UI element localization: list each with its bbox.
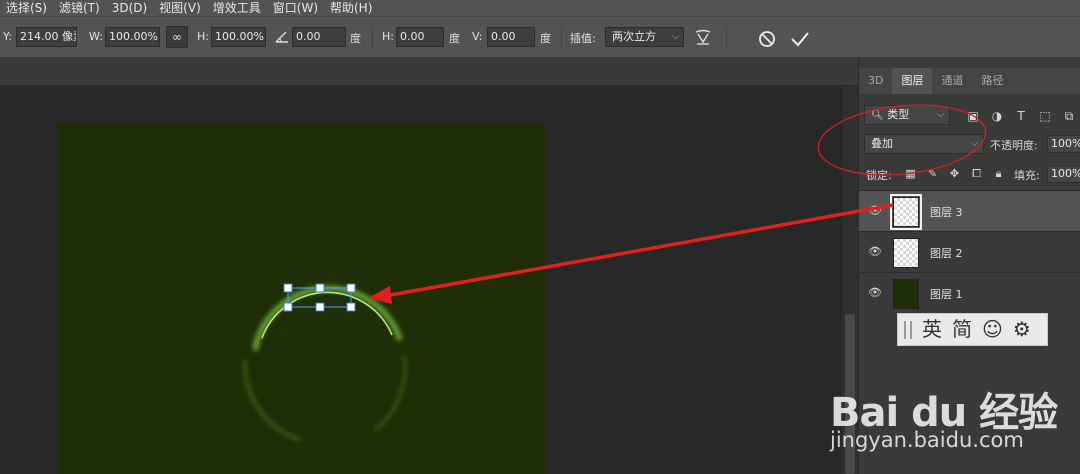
h-label: H: [197,30,209,43]
separator [726,27,727,49]
angle-unit: 度 [350,32,361,45]
height-input[interactable]: 100.00% [211,27,266,47]
separator [372,27,373,49]
lock-artboard-icon[interactable]: ⧠ [970,167,983,180]
cancel-transform-icon[interactable] [758,30,776,51]
adjustment-filter-icon[interactable]: ◑ [990,109,1004,123]
layer-row-2[interactable]: 👁︎ 图层 2 [859,231,1080,272]
skew-v-label: V: [472,30,483,43]
lock-all-icon[interactable]: 🔒︎ [992,167,1005,180]
menu-3d[interactable]: 3D(D) [106,0,153,16]
document-tab-strip [0,58,858,86]
layer-row-1[interactable]: 👁︎ 图层 1 [859,272,1080,313]
angle-input[interactable]: 0.00 [292,27,346,47]
filter-kind-label: 类型 [887,108,910,121]
skew-h-unit: 度 [449,32,460,45]
ime-toolbar: 英 简 ☺ ⚙ [897,313,1048,346]
y-label: Y: [3,30,12,43]
tab-layers[interactable]: 图层 [892,68,933,94]
layer-thumbnail [893,238,919,268]
opacity-label: 不透明度: [990,139,1038,152]
options-bar: Y: 214.00 像素 W: 100.00% ∞ H: 100.00% 0.0… [0,16,1080,58]
blend-mode-value: 叠加 [871,137,893,150]
interpolation-value: 两次立方 [612,30,656,43]
menu-filter[interactable]: 滤镜(T) [53,0,106,16]
w-label: W: [89,30,103,43]
layer-thumbnail [893,279,919,309]
lock-position-icon[interactable]: ✥ [948,167,961,180]
separator [561,27,562,49]
shape-filter-icon[interactable]: ⬚ [1038,109,1052,123]
lock-label: 锁定: [866,169,892,182]
blend-mode-select[interactable]: 叠加 ⌵ [864,134,984,154]
layer-thumbnail [890,194,922,230]
opacity-input[interactable]: 100% [1047,135,1080,153]
chevron-down-icon: ⌵ [937,110,944,120]
fill-input[interactable]: 100% [1047,165,1080,183]
document-canvas[interactable] [58,124,546,474]
angle-icon [274,30,290,47]
layer-name[interactable]: 图层 1 [930,286,963,302]
link-icon: ∞ [172,30,182,44]
menu-window[interactable]: 窗口(W) [267,0,324,16]
skew-h-input[interactable]: 0.00 [396,27,444,47]
menu-bar: 选择(S) 滤镜(T) 3D(D) 视图(V) 增效工具 窗口(W) 帮助(H) [0,0,1080,16]
layer-name[interactable]: 图层 2 [930,245,963,261]
emoji-icon[interactable]: ☺ [982,313,1003,346]
tab-channels[interactable]: 通道 [932,68,972,94]
width-input[interactable]: 100.00% [105,27,160,47]
menu-help[interactable]: 帮助(H) [324,0,378,16]
layer-name[interactable]: 图层 3 [930,204,963,220]
fill-label: 填充: [1014,169,1040,182]
tab-paths[interactable]: 路径 [972,68,1012,94]
skew-h-label: H: [382,30,394,43]
watermark-url: jingyan.baidu.com [830,428,1024,452]
chevron-down-icon: ⌵ [672,32,679,42]
gear-icon[interactable]: ⚙ [1013,313,1031,346]
type-filter-icon[interactable]: T [1014,109,1028,123]
smart-object-filter-icon[interactable]: ⧉ [1062,109,1076,123]
skew-v-input[interactable]: 0.00 [487,27,535,47]
menu-view[interactable]: 视图(V) [153,0,207,16]
ime-script-toggle[interactable]: 简 [952,313,972,346]
ime-drag-handle[interactable] [904,320,912,339]
interpolation-label: 插值: [570,32,596,45]
layer-row-3[interactable]: 👁︎ 图层 3 [859,190,1080,231]
search-icon: 🔍︎ [871,110,884,121]
menu-plugins[interactable]: 增效工具 [207,0,267,16]
visibility-eye-icon[interactable]: 👁︎ [868,286,882,300]
tab-3d[interactable]: 3D [859,68,892,94]
layer-filter-select[interactable]: 🔍︎ 类型 ⌵ [864,105,950,125]
lock-transparent-icon[interactable]: ▦ [904,167,917,180]
commit-transform-icon[interactable] [790,30,810,51]
warp-icon[interactable] [693,27,713,50]
panel-tabs: 3D 图层 通道 路径 [859,68,1080,94]
visibility-eye-icon[interactable]: 👁︎ [868,245,882,259]
interpolation-select[interactable]: 两次立方 ⌵ [605,27,684,47]
pixel-filter-icon[interactable]: ▣ [966,109,980,123]
lock-image-icon[interactable]: ✎ [926,167,939,180]
menu-select[interactable]: 选择(S) [0,0,53,16]
ime-language-toggle[interactable]: 英 [922,313,942,346]
visibility-eye-icon[interactable]: 👁︎ [868,204,882,218]
y-position-input[interactable]: 214.00 像素 [16,27,77,47]
chevron-down-icon: ⌵ [971,139,978,149]
link-aspect-button[interactable]: ∞ [166,26,188,48]
skew-v-unit: 度 [540,32,551,45]
